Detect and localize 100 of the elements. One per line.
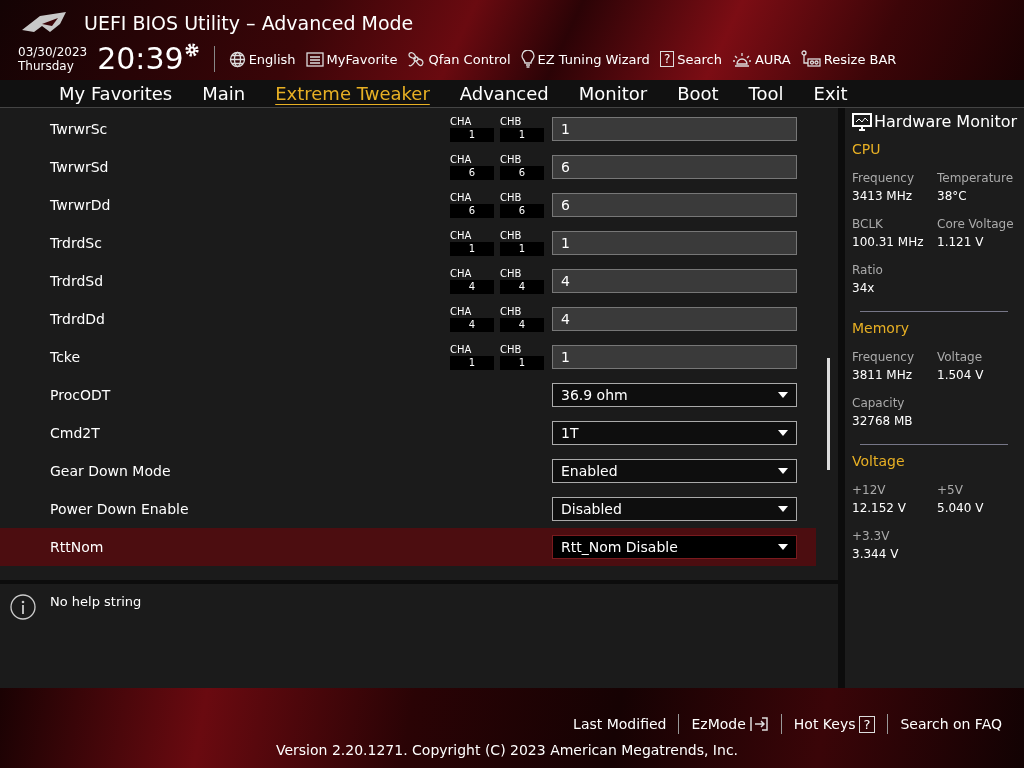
menu-tab[interactable]: My Favorites [44,80,188,107]
channel-value: 1 [450,128,494,142]
menu-tab[interactable]: Extreme Tweaker [260,80,445,107]
dropdown[interactable]: Enabled [552,459,797,483]
metric-label: Core Voltage [937,217,1015,231]
value-field[interactable]: 1 [552,345,797,369]
setting-label: TwrwrDd [49,197,112,213]
setting-label: RttNom [49,539,105,555]
value-field[interactable]: 4 [552,307,797,331]
window-title: UEFI BIOS Utility – Advanced Mode [84,12,414,34]
footer-link[interactable]: EzMode [679,716,781,732]
toolbar-button[interactable]: English [228,50,296,68]
menu-tab[interactable]: Tool [733,80,799,107]
channel-value: 1 [500,242,544,256]
setting-label: Tcke [49,349,82,365]
copyright-text: Version 2.20.1271. Copyright (C) 2023 American Megatrends, Inc. [275,742,739,758]
menu-tab[interactable]: Main [187,80,261,107]
metric-value: 32768 MB [852,414,914,428]
footer-link[interactable]: Search on FAQ [888,716,1014,732]
channel-value: 4 [500,318,544,332]
panel-title: Hardware Monitor [874,112,1018,131]
channel-label: CHA [450,116,473,128]
dropdown[interactable]: Disabled [552,497,797,521]
value-field[interactable]: 6 [552,155,797,179]
key-badge: ? [659,51,675,67]
toolbar-button[interactable]: Qfan Control [407,50,511,68]
metric-value: 1.504 V [937,368,985,382]
lightbulb-icon [520,50,535,68]
channel-value: 4 [450,280,494,294]
setting-label: TwrwrSd [49,159,110,175]
menu-tab[interactable]: Monitor [563,80,663,107]
caret-icon [778,544,788,550]
dropdown[interactable]: 36.9 ohm [552,383,797,407]
card-icon [800,50,821,68]
light-rays-icon [731,50,752,68]
info-icon [10,594,36,620]
metric-value: 34x [852,281,876,295]
channel-value: 1 [450,242,494,256]
metric-label: Frequency [852,171,915,185]
toolbar-button[interactable]: EZ Tuning Wizard [520,50,650,68]
channel-label: CHB [500,230,523,242]
toolbar-button[interactable]: MyFavorite [305,51,398,67]
metric-value: 5.040 V [937,501,985,515]
menu-tab[interactable]: Advanced [444,80,564,107]
value-field[interactable]: 1 [552,117,797,141]
monitor-icon [852,112,872,131]
channel-label: CHB [500,116,523,128]
caret-icon [778,468,788,474]
footer-link[interactable]: Hot Keys ? [781,715,888,733]
metric-label: Temperature [937,171,1014,185]
metric-value: 12.152 V [852,501,907,515]
channel-label: CHA [450,344,473,356]
metric-label: Ratio [852,263,884,277]
dropdown[interactable]: Rtt_Nom Disable [552,535,797,559]
menu-tab[interactable]: Boot [662,80,734,107]
caret-icon [778,506,788,512]
value-field[interactable]: 4 [552,269,797,293]
setting-label: TrdrdSd [49,273,105,289]
help-text: No help string [50,594,142,609]
setting-label: ProcODT [49,387,112,403]
setting-label: TrdrdDd [49,311,106,327]
metric-value: 38°C [937,189,968,203]
metric-label: Capacity [852,396,906,410]
metric-label: +5V [937,483,964,497]
key-badge: ? [858,715,876,733]
channel-label: CHA [450,154,473,166]
toolbar-button[interactable]: AURA [731,50,791,68]
list-icon [305,51,324,67]
metric-label: Frequency [852,350,915,364]
channel-label: CHA [450,192,473,204]
channel-value: 1 [500,356,544,370]
toolbar-button[interactable]: ? Search [659,51,722,67]
channel-value: 1 [500,128,544,142]
channel-label: CHA [450,230,473,242]
clock-time: 20:39 [97,42,184,76]
value-field[interactable]: 6 [552,193,797,217]
date-text: 03/30/2023 [18,45,88,59]
channel-value: 1 [450,356,494,370]
section-title: CPU [852,141,882,157]
channel-value: 6 [500,204,544,218]
globe-icon [228,50,246,68]
setting-label: Gear Down Mode [49,463,172,479]
setting-label: Power Down Enable [49,501,190,517]
scrollbar[interactable] [827,358,830,470]
channel-value: 6 [450,166,494,180]
value-field[interactable]: 1 [552,231,797,255]
day-text: Thursday [18,59,75,73]
channel-label: CHB [500,306,523,318]
menu-tab[interactable]: Exit [798,80,863,107]
channel-label: CHB [500,154,523,166]
metric-label: BCLK [852,217,884,231]
metric-value: 100.31 MHz [852,235,925,249]
footer-link[interactable]: Last Modified [561,716,679,732]
exit-arrow-icon [748,716,769,732]
dropdown[interactable]: 1T [552,421,797,445]
toolbar-button[interactable]: Resize BAR [800,50,897,68]
metric-label: +3.3V [852,529,891,543]
channel-label: CHA [450,268,473,280]
channel-label: CHB [500,192,523,204]
section-title: Voltage [852,453,906,469]
